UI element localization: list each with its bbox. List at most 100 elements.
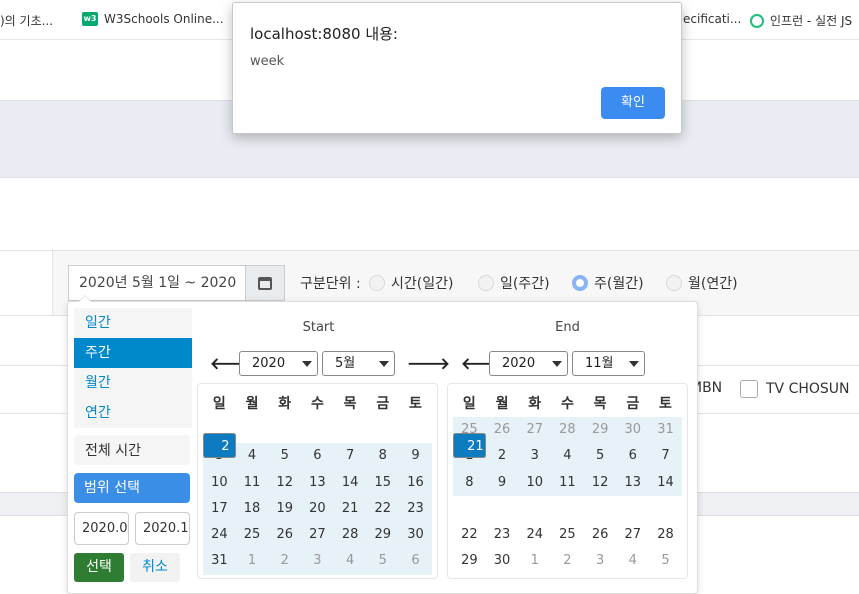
calendar-day[interactable]: 25	[235, 522, 269, 549]
calendar-day[interactable]: 5	[649, 548, 682, 575]
calendar-day[interactable]: 20	[301, 495, 334, 523]
calendar-day[interactable]: 8	[366, 443, 400, 470]
calendar-day[interactable]: 23	[399, 495, 432, 523]
calendar-day[interactable]: 31	[203, 548, 236, 575]
calendar-day[interactable]: 23	[485, 522, 519, 549]
date-range-input[interactable]: 2020년 5월 1일 ~ 2020	[68, 265, 246, 301]
radio-daily[interactable]: 일(주간)	[478, 273, 550, 293]
calendar-day[interactable]: 28	[649, 522, 682, 549]
calendar-day[interactable]: 13	[616, 469, 650, 496]
radio-weekly[interactable]: 주(월간)	[572, 273, 644, 293]
calendar-day[interactable]: 7	[333, 443, 367, 470]
calendar-day[interactable]: 26	[485, 417, 519, 444]
calendar-day[interactable]: 4	[333, 548, 367, 575]
calendar-day[interactable]: 27	[518, 417, 552, 444]
calendar-day[interactable]: 6	[616, 443, 650, 470]
checkbox[interactable]	[740, 380, 758, 398]
calendar-day[interactable]: 11	[235, 469, 269, 496]
calendar-day[interactable]: 31	[649, 417, 682, 444]
radio-circle[interactable]	[666, 275, 682, 291]
calendar-day[interactable]: 6	[399, 548, 432, 575]
range-daily[interactable]: 일간	[74, 308, 192, 338]
start-month-select[interactable]: 5월	[322, 351, 395, 376]
radio-circle[interactable]	[369, 275, 385, 291]
calendar-day[interactable]: 29	[583, 417, 617, 444]
calendar-day[interactable]: 2	[203, 433, 236, 458]
calendar-day[interactable]: 9	[399, 443, 432, 470]
radio-circle[interactable]	[478, 275, 494, 291]
calendar-day[interactable]: 4	[551, 443, 584, 470]
range-weekly[interactable]: 주간	[74, 338, 192, 368]
apply-button[interactable]: 선택	[74, 553, 124, 582]
calendar-day[interactable]: 3	[583, 548, 617, 575]
calendar-day[interactable]: 5	[583, 443, 617, 470]
calendar-day[interactable]: 1	[235, 548, 269, 575]
end-month-select[interactable]: 11월	[572, 351, 645, 376]
radio-monthly[interactable]: 월(연간)	[666, 273, 738, 293]
calendar-day[interactable]: 19	[268, 495, 302, 523]
calendar-day[interactable]: 1	[518, 548, 552, 575]
bookmark-item[interactable]: )의 기초...	[0, 12, 53, 29]
calendar-day[interactable]: 7	[649, 443, 682, 470]
end-date-input[interactable]: 2020.1	[135, 512, 190, 545]
calendar-day[interactable]: 10	[203, 469, 236, 496]
calendar-day[interactable]: 22	[366, 495, 400, 523]
calendar-day[interactable]: 22	[453, 522, 486, 549]
calendar-day[interactable]: 30	[399, 522, 432, 549]
next-month-arrow-icon[interactable]: 🡒	[407, 353, 450, 373]
calendar-day[interactable]: 14	[333, 469, 367, 496]
start-year-select[interactable]: 2020	[239, 351, 318, 376]
cancel-button[interactable]: 취소	[130, 553, 180, 582]
calendar-day[interactable]: 4	[235, 443, 269, 470]
calendar-day[interactable]: 28	[333, 522, 367, 549]
calendar-day[interactable]: 25	[551, 522, 584, 549]
range-select-button[interactable]: 범위 선택	[74, 473, 190, 503]
calendar-button[interactable]	[245, 265, 285, 301]
calendar-day[interactable]: 17	[203, 495, 236, 523]
radio-hourly[interactable]: 시간(일간)	[369, 273, 453, 293]
calendar-day[interactable]: 24	[518, 522, 552, 549]
calendar-day[interactable]: 11	[551, 469, 584, 496]
calendar-day[interactable]: 3	[518, 443, 552, 470]
calendar-day[interactable]: 27	[616, 522, 650, 549]
bookmark-item[interactable]: ecificati...	[683, 12, 741, 26]
calendar-day[interactable]: 14	[649, 469, 682, 496]
calendar-day[interactable]: 5	[366, 548, 400, 575]
calendar-day[interactable]: 30	[616, 417, 650, 444]
calendar-day[interactable]: 28	[551, 417, 584, 444]
calendar-day[interactable]: 8	[453, 469, 486, 496]
calendar-day[interactable]: 30	[485, 548, 519, 575]
bookmark-item-w3schools[interactable]: w3 W3Schools Online...	[82, 12, 224, 26]
calendar-day[interactable]: 12	[583, 469, 617, 496]
calendar-day[interactable]: 9	[485, 469, 519, 496]
range-monthly[interactable]: 월간	[74, 368, 192, 398]
calendar-day[interactable]: 24	[203, 522, 236, 549]
calendar-day[interactable]: 12	[268, 469, 302, 496]
calendar-day[interactable]: 4	[616, 548, 650, 575]
calendar-day[interactable]: 6	[301, 443, 334, 470]
calendar-day[interactable]: 2	[268, 548, 302, 575]
start-date-input[interactable]: 2020.0	[74, 512, 129, 545]
calendar-day[interactable]: 21	[453, 433, 486, 458]
calendar-day[interactable]: 26	[268, 522, 302, 549]
calendar-day[interactable]: 3	[301, 548, 334, 575]
calendar-day[interactable]: 15	[366, 469, 400, 496]
calendar-day[interactable]: 29	[366, 522, 400, 549]
end-year-select[interactable]: 2020	[489, 351, 568, 376]
radio-circle[interactable]	[572, 275, 588, 291]
calendar-day[interactable]: 13	[301, 469, 334, 496]
calendar-day[interactable]: 27	[301, 522, 334, 549]
alert-ok-button[interactable]: 확인	[601, 87, 665, 119]
calendar-day[interactable]: 2	[551, 548, 584, 575]
calendar-day[interactable]: 16	[399, 469, 432, 496]
bookmark-item-inflearn[interactable]: 인프런 - 실전 JS	[750, 12, 852, 29]
calendar-day[interactable]: 26	[583, 522, 617, 549]
calendar-day[interactable]: 10	[518, 469, 552, 496]
calendar-day[interactable]: 29	[453, 548, 486, 575]
channel-tv-chosun[interactable]: TV CHOSUN	[740, 380, 850, 398]
calendar-day[interactable]: 5	[268, 443, 302, 470]
range-yearly[interactable]: 연간	[74, 398, 192, 428]
calendar-day[interactable]: 2	[485, 443, 519, 470]
full-time-button[interactable]: 전체 시간	[74, 435, 190, 465]
calendar-day[interactable]: 18	[235, 495, 269, 523]
